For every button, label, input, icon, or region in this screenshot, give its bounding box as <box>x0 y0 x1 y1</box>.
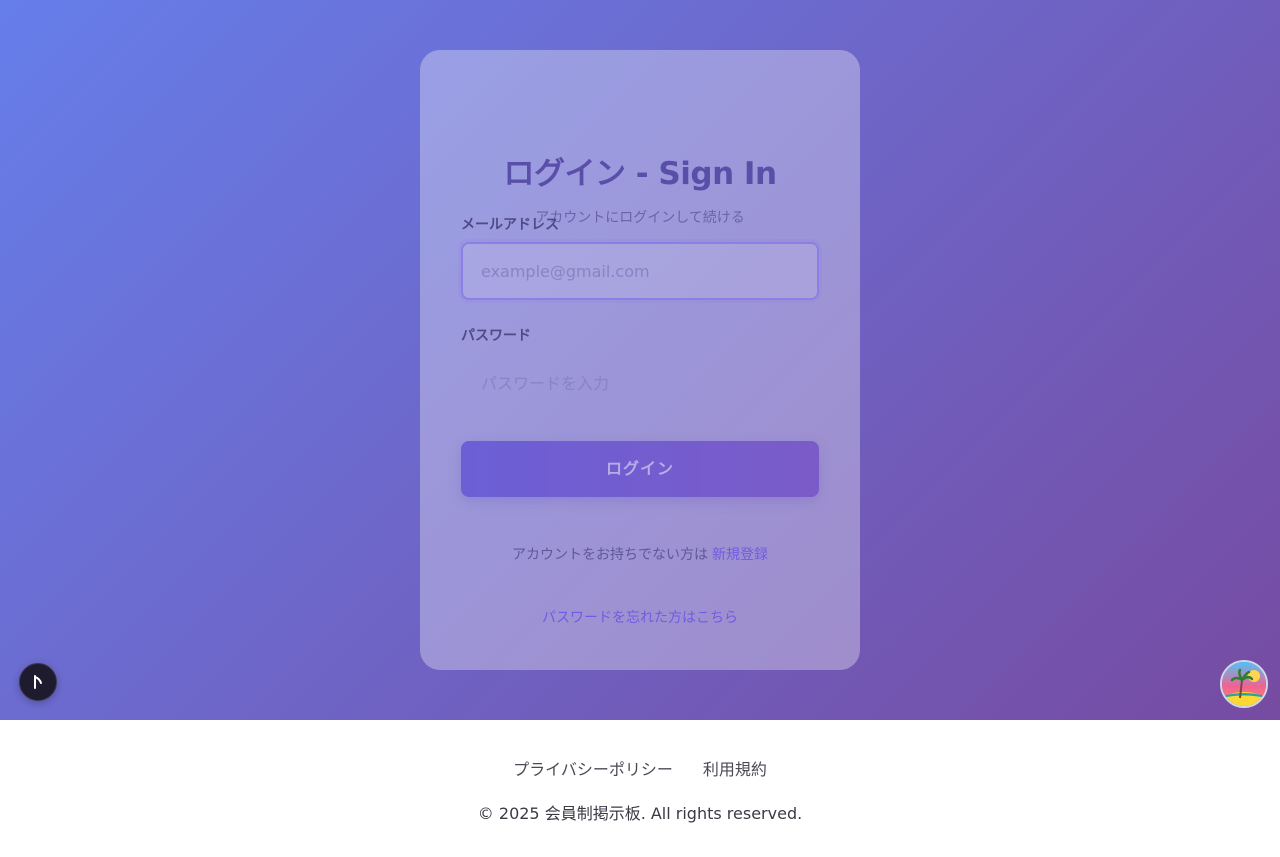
copyright-text: © 2025 会員制掲示板. All rights reserved. <box>477 804 803 823</box>
email-label: メールアドレス <box>461 217 559 233</box>
cursor-icon <box>34 675 42 689</box>
cursor-button[interactable] <box>19 663 57 701</box>
signup-link[interactable]: 新規登録 <box>712 547 768 563</box>
login-card: ログイン - Sign In アカウントにログインして続ける メールアドレス e… <box>420 50 860 670</box>
avatar[interactable] <box>1220 660 1268 708</box>
terms-link[interactable]: 利用規約 <box>703 760 767 779</box>
page-title: ログイン - Sign In <box>503 156 777 192</box>
beach-avatar-icon <box>1222 662 1266 706</box>
no-account-text: アカウントをお持ちでない方は <box>512 547 708 563</box>
hero-background: ログイン - Sign In アカウントにログインして続ける メールアドレス e… <box>0 0 1280 720</box>
footer: プライバシーポリシー 利用規約 © 2025 会員制掲示板. All rights… <box>0 720 1280 857</box>
password-label: パスワード <box>461 328 531 344</box>
forgot-password-link[interactable]: パスワードを忘れた方はこちら <box>420 607 860 627</box>
password-field[interactable]: パスワードを入力 <box>461 354 819 412</box>
email-field[interactable]: example@gmail.com <box>461 242 819 300</box>
login-button[interactable]: ログイン <box>461 441 819 497</box>
privacy-policy-link[interactable]: プライバシーポリシー <box>513 760 673 779</box>
signup-prompt: アカウントをお持ちでない方は 新規登録 <box>420 544 860 564</box>
footer-links: プライバシーポリシー 利用規約 <box>0 756 1280 780</box>
